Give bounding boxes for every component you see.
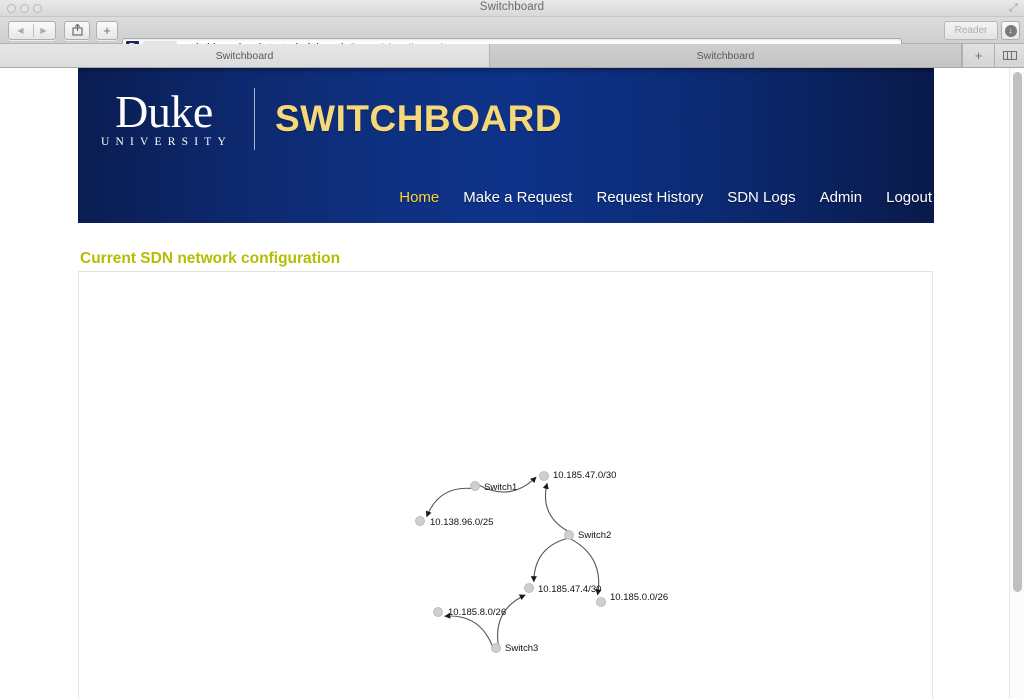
share-button[interactable] <box>64 21 90 40</box>
tab-strip: Switchboard Switchboard + <box>0 44 1024 68</box>
tab-overview-button[interactable] <box>995 44 1024 67</box>
back-button[interactable]: ◀ <box>9 22 32 39</box>
brand-divider <box>254 88 255 150</box>
graph-node-label: 10.185.8.0/26 <box>448 607 506 618</box>
graph-node-label: Switch2 <box>578 530 611 541</box>
graph-node[interactable] <box>596 597 606 607</box>
browser-window: Switchboard ⤢ ◀ ▶ + D <box>0 0 1024 699</box>
back-arrow-icon: ◀ <box>17 26 24 35</box>
graph-node-label: Switch3 <box>505 643 538 654</box>
nav-item-sdn-logs[interactable]: SDN Logs <box>727 189 795 206</box>
graph-node-label: 10.185.0.0/26 <box>610 592 668 603</box>
resize-corner-icon[interactable]: ⤢ <box>1009 3 1020 14</box>
scrollbar-thumb[interactable] <box>1013 72 1022 592</box>
duke-logo: Duke UNIVERSITY <box>96 86 232 148</box>
plus-icon: + <box>103 23 111 38</box>
graph-node[interactable] <box>539 471 549 481</box>
forward-button[interactable]: ▶ <box>32 22 55 39</box>
page-title: Current SDN network configuration <box>80 250 341 267</box>
network-graph-svg: Switch1 10.185.47.0/30 10.138.96.0/25 Switc… <box>415 470 668 654</box>
new-tab-button[interactable]: + <box>962 44 995 67</box>
new-tab-toolbar-button[interactable]: + <box>96 21 118 40</box>
graph-edge <box>497 594 526 645</box>
duke-university-text: UNIVERSITY <box>101 135 232 148</box>
graph-node-label: 10.185.47.0/30 <box>553 470 616 481</box>
network-graph[interactable]: Switch1 10.185.47.0/30 10.138.96.0/25 Switc… <box>79 272 932 699</box>
brand-lockup: Duke UNIVERSITY SWITCHBOARD <box>96 88 562 150</box>
nav-item-make-a-request[interactable]: Make a Request <box>463 189 572 206</box>
nav-button-group: ◀ ▶ <box>8 21 56 40</box>
graph-edge <box>444 612 493 646</box>
graph-node-label: 10.185.47.4/30 <box>538 584 601 595</box>
page-scrollbar[interactable] <box>1009 68 1024 699</box>
graph-node[interactable] <box>415 516 425 526</box>
page-viewport: Duke UNIVERSITY SWITCHBOARD Home Make a … <box>0 68 1024 699</box>
graph-node[interactable] <box>433 607 443 617</box>
graph-edge-layer <box>425 476 602 646</box>
page-content: Current SDN network configuration Switch… <box>78 223 934 699</box>
graph-node[interactable] <box>491 643 501 653</box>
graph-node-label: 10.138.96.0/25 <box>430 517 493 528</box>
main-navigation: Home Make a Request Request History SDN … <box>399 189 934 206</box>
nav-item-request-history[interactable]: Request History <box>596 189 703 206</box>
downloads-button[interactable]: ↓ <box>1001 21 1020 40</box>
graph-edge <box>530 538 567 583</box>
graph-node-layer <box>415 471 606 653</box>
tab-label: Switchboard <box>215 49 274 62</box>
nav-divider <box>33 24 34 37</box>
graph-edge <box>542 482 568 532</box>
app-name-title: SWITCHBOARD <box>275 98 563 139</box>
duke-wordmark: Duke <box>115 86 213 138</box>
forward-arrow-icon: ▶ <box>40 26 47 35</box>
nav-item-admin[interactable]: Admin <box>820 189 863 206</box>
window-titlebar: Switchboard ⤢ <box>0 0 1024 17</box>
graph-node[interactable] <box>470 481 480 491</box>
download-icon: ↓ <box>1004 24 1017 37</box>
site-header: Duke UNIVERSITY SWITCHBOARD Home Make a … <box>78 68 934 223</box>
browser-toolbar: ◀ ▶ + D https switc <box>0 17 1024 57</box>
nav-item-logout[interactable]: Logout <box>886 189 932 206</box>
plus-icon: + <box>974 48 983 63</box>
graph-label-layer: Switch1 10.185.47.0/30 10.138.96.0/25 Switc… <box>430 470 668 654</box>
graph-node-label: Switch1 <box>484 482 517 493</box>
graph-edge <box>425 487 472 518</box>
tab-overview-icon <box>1002 51 1017 60</box>
graph-node[interactable] <box>564 530 574 540</box>
reader-button[interactable]: Reader <box>944 21 998 40</box>
nav-item-home[interactable]: Home <box>399 189 439 206</box>
window-title: Switchboard <box>479 1 545 13</box>
sdn-topology-panel: Switch1 10.185.47.0/30 10.138.96.0/25 Switc… <box>78 271 933 699</box>
web-page: Duke UNIVERSITY SWITCHBOARD Home Make a … <box>78 68 934 699</box>
graph-node[interactable] <box>524 583 534 593</box>
reader-label: Reader <box>954 25 988 36</box>
tab-switchboard-2[interactable]: Switchboard <box>490 44 962 67</box>
tab-switchboard-1[interactable]: Switchboard <box>0 44 490 67</box>
tab-label: Switchboard <box>696 49 755 62</box>
share-icon <box>71 23 84 39</box>
